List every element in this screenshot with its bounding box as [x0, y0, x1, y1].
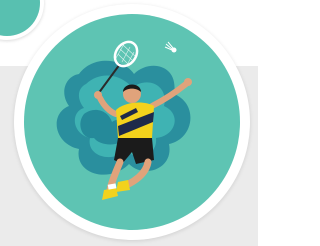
corner-badge[interactable] [0, 0, 44, 40]
avatar-image [24, 14, 240, 230]
corner-badge-fill [0, 0, 40, 36]
badminton-player-illustration [24, 14, 240, 230]
avatar[interactable] [14, 4, 250, 240]
profile-card [0, 0, 258, 246]
